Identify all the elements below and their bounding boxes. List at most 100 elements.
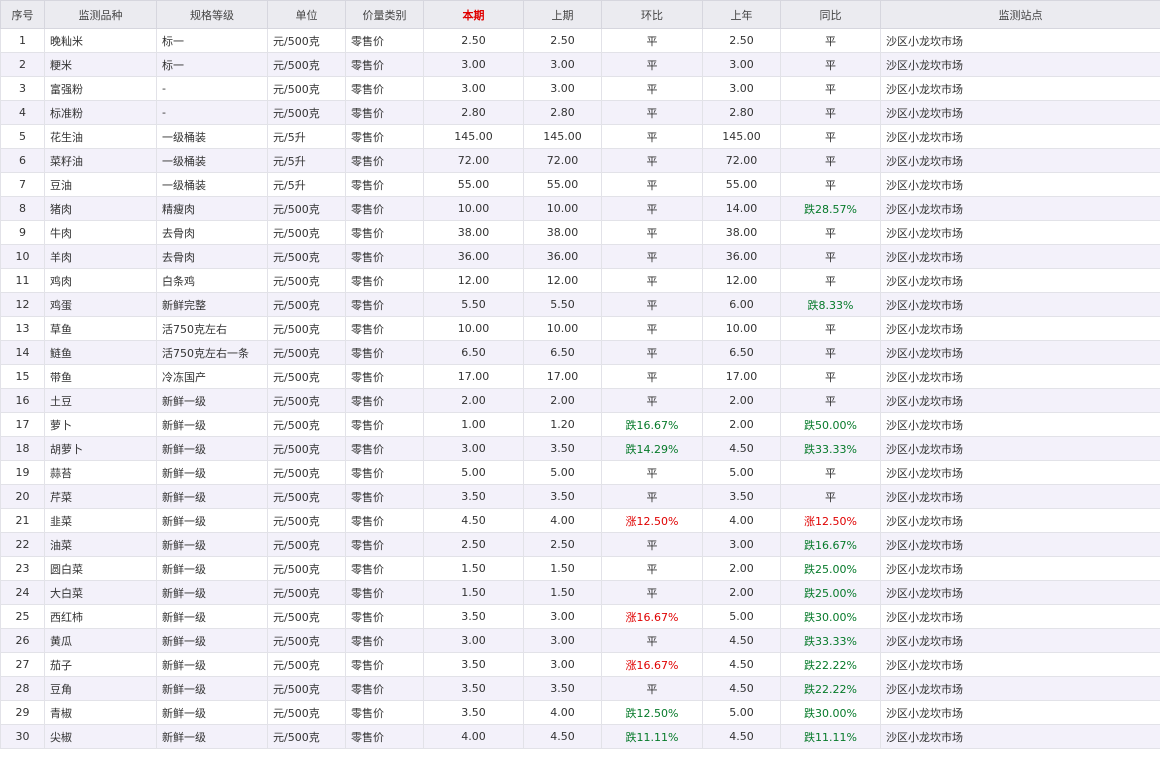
cell-current: 1.00 — [423, 412, 524, 437]
cell-unit: 元/500克 — [267, 460, 346, 485]
table-row: 2 粳米 标一 元/500克 零售价 3.00 3.00 平 3.00 平沙区小龙坎市场 — [0, 52, 1160, 77]
cell-last-year: 4.50 — [702, 628, 781, 653]
cell-mom: 平 — [601, 28, 703, 53]
cell-site: 沙区小龙坎市场 — [880, 532, 1160, 557]
cell-previous: 3.00 — [523, 76, 602, 101]
table-row: 30 尖椒 新鲜一级 元/500克 零售价 4.00 4.50 跌11.11% 4.50 跌11.… — [0, 724, 1160, 749]
cell-price-type: 零售价 — [345, 436, 424, 461]
cell-previous: 1.50 — [523, 580, 602, 605]
cell-last-year: 3.00 — [702, 76, 781, 101]
cell-unit: 元/5升 — [267, 124, 346, 149]
cell-mom: 平 — [601, 460, 703, 485]
cell-item: 粳米 — [44, 52, 157, 77]
table-row: 20 芹菜 新鲜一级 元/500克 零售价 3.50 3.50 平 3.50 平沙区小龙坎市场 — [0, 484, 1160, 509]
cell-item: 标准粉 — [44, 100, 157, 125]
cell-unit: 元/500克 — [267, 508, 346, 533]
cell-last-year: 10.00 — [702, 316, 781, 341]
cell-previous: 5.50 — [523, 292, 602, 317]
cell-last-year: 4.50 — [702, 652, 781, 677]
cell-unit: 元/500克 — [267, 532, 346, 557]
cell-mom: 平 — [601, 76, 703, 101]
cell-mom: 平 — [601, 100, 703, 125]
cell-price-type: 零售价 — [345, 316, 424, 341]
cell-yoy: 跌25.00% — [780, 556, 881, 581]
cell-last-year: 72.00 — [702, 148, 781, 173]
cell-site: 沙区小龙坎市场 — [880, 700, 1160, 725]
cell-unit: 元/500克 — [267, 412, 346, 437]
cell-current: 36.00 — [423, 244, 524, 269]
cell-yoy: 跌8.33% — [780, 292, 881, 317]
cell-yoy: 跌30.00% — [780, 604, 881, 629]
table-row: 25 西红柿 新鲜一级 元/500克 零售价 3.50 3.00 涨16.67% 5.00 跌30… — [0, 604, 1160, 629]
cell-previous: 1.20 — [523, 412, 602, 437]
cell-unit: 元/500克 — [267, 364, 346, 389]
cell-price-type: 零售价 — [345, 244, 424, 269]
cell-spec: 新鲜一级 — [156, 484, 268, 509]
cell-item: 萝卜 — [44, 412, 157, 437]
cell-current: 55.00 — [423, 172, 524, 197]
cell-yoy: 跌22.22% — [780, 652, 881, 677]
cell-last-year: 5.00 — [702, 700, 781, 725]
cell-last-year: 38.00 — [702, 220, 781, 245]
cell-previous: 4.50 — [523, 724, 602, 749]
cell-mom: 平 — [601, 340, 703, 365]
cell-price-type: 零售价 — [345, 292, 424, 317]
cell-site: 沙区小龙坎市场 — [880, 652, 1160, 677]
cell-last-year: 4.00 — [702, 508, 781, 533]
table-row: 18 胡萝卜 新鲜一级 元/500克 零售价 3.00 3.50 跌14.29% 4.50 跌33… — [0, 436, 1160, 461]
cell-spec: 去骨肉 — [156, 244, 268, 269]
cell-previous: 3.00 — [523, 652, 602, 677]
cell-previous: 4.00 — [523, 508, 602, 533]
table-row: 6 菜籽油 一级桶装 元/5升 零售价 72.00 72.00 平 72.00 平沙区小龙坎市场 — [0, 148, 1160, 173]
cell-index: 19 — [0, 460, 45, 485]
cell-mom: 平 — [601, 124, 703, 149]
cell-current: 5.00 — [423, 460, 524, 485]
cell-price-type: 零售价 — [345, 604, 424, 629]
cell-unit: 元/500克 — [267, 604, 346, 629]
cell-unit: 元/500克 — [267, 196, 346, 221]
table-row: 16 土豆 新鲜一级 元/500克 零售价 2.00 2.00 平 2.00 平沙区小龙坎市场 — [0, 388, 1160, 413]
cell-unit: 元/500克 — [267, 316, 346, 341]
cell-yoy: 跌11.11% — [780, 724, 881, 749]
cell-previous: 55.00 — [523, 172, 602, 197]
cell-unit: 元/500克 — [267, 76, 346, 101]
table-row: 10 羊肉 去骨肉 元/500克 零售价 36.00 36.00 平 36.00 平沙区小龙坎市场 — [0, 244, 1160, 269]
cell-site: 沙区小龙坎市场 — [880, 364, 1160, 389]
cell-mom: 平 — [601, 244, 703, 269]
cell-previous: 5.00 — [523, 460, 602, 485]
cell-index: 25 — [0, 604, 45, 629]
cell-item: 大白菜 — [44, 580, 157, 605]
cell-price-type: 零售价 — [345, 508, 424, 533]
cell-yoy: 跌22.22% — [780, 676, 881, 701]
cell-price-type: 零售价 — [345, 148, 424, 173]
cell-current: 12.00 — [423, 268, 524, 293]
cell-index: 4 — [0, 100, 45, 125]
cell-price-type: 零售价 — [345, 268, 424, 293]
table-header-row: 序号 监测品种 规格等级 单位 价量类别 本期 上期 环比 上年 同比 监测站点 — [0, 0, 1160, 29]
cell-previous: 3.50 — [523, 676, 602, 701]
cell-spec: 新鲜一级 — [156, 508, 268, 533]
cell-index: 5 — [0, 124, 45, 149]
cell-index: 13 — [0, 316, 45, 341]
cell-mom: 跌14.29% — [601, 436, 703, 461]
cell-spec: 活750克左右 — [156, 316, 268, 341]
cell-yoy: 涨12.50% — [780, 508, 881, 533]
cell-unit: 元/500克 — [267, 340, 346, 365]
cell-item: 韭菜 — [44, 508, 157, 533]
cell-last-year: 12.00 — [702, 268, 781, 293]
cell-item: 胡萝卜 — [44, 436, 157, 461]
cell-site: 沙区小龙坎市场 — [880, 508, 1160, 533]
cell-unit: 元/500克 — [267, 484, 346, 509]
cell-current: 4.00 — [423, 724, 524, 749]
cell-unit: 元/500克 — [267, 436, 346, 461]
cell-mom: 平 — [601, 580, 703, 605]
cell-price-type: 零售价 — [345, 124, 424, 149]
cell-price-type: 零售价 — [345, 76, 424, 101]
cell-previous: 6.50 — [523, 340, 602, 365]
cell-price-type: 零售价 — [345, 172, 424, 197]
cell-spec: 标一 — [156, 52, 268, 77]
cell-current: 3.50 — [423, 604, 524, 629]
cell-previous: 3.00 — [523, 604, 602, 629]
cell-spec: 新鲜一级 — [156, 556, 268, 581]
cell-last-year: 14.00 — [702, 196, 781, 221]
